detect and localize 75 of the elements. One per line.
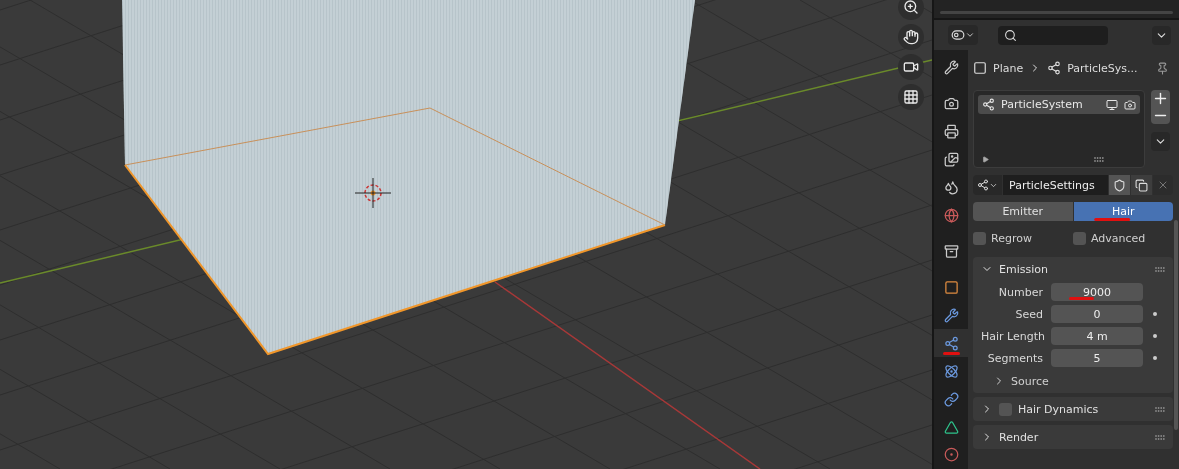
fake-user-button[interactable] <box>1109 175 1130 195</box>
particles-icon <box>982 98 995 111</box>
checkbox-label: Advanced <box>1091 231 1146 245</box>
checkbox[interactable] <box>1073 231 1086 245</box>
search-field[interactable] <box>998 25 1108 45</box>
caret-icon <box>965 30 975 40</box>
wrench-icon <box>943 307 959 323</box>
grid-icon <box>903 89 919 105</box>
keyframe-dot-icon[interactable] <box>1153 356 1157 360</box>
add-icon[interactable] <box>1152 90 1169 107</box>
number-field[interactable]: 9000 <box>1051 283 1143 301</box>
zoom-icon <box>903 0 919 15</box>
pin-icon[interactable] <box>1156 61 1169 75</box>
checkbox[interactable] <box>973 231 986 245</box>
triangle-icon <box>943 419 959 435</box>
checkbox[interactable] <box>999 402 1012 416</box>
search-icon <box>1004 28 1017 42</box>
toggle-icon <box>951 28 965 42</box>
shield-icon <box>1113 178 1126 192</box>
camera-icon <box>943 96 959 112</box>
unlink-button[interactable] <box>1153 175 1173 195</box>
wrench-screwdriver-icon <box>943 60 959 76</box>
panel-title[interactable]: Emission <box>999 262 1048 276</box>
checkbox-label: Regrow <box>991 231 1032 245</box>
breadcrumb-particles: ParticleSys... <box>1067 61 1138 75</box>
pan-button[interactable] <box>898 24 924 50</box>
particle-system-item[interactable]: ParticleSystem <box>978 95 1140 114</box>
number-field[interactable]: 0 <box>1051 305 1143 323</box>
particles-icon <box>943 335 959 351</box>
field-label: Segments <box>986 351 1044 365</box>
close-icon <box>1157 179 1169 191</box>
settings-name-field[interactable]: ParticleSettings <box>1003 175 1108 195</box>
panel-title[interactable]: Hair Dynamics <box>1018 402 1099 416</box>
copy-icon <box>1135 178 1148 192</box>
archive-box-icon <box>943 244 959 259</box>
panel-title[interactable]: Render <box>999 430 1039 444</box>
camera-view-button[interactable] <box>898 54 924 80</box>
atom-icon <box>943 363 959 379</box>
grip-icon[interactable] <box>1155 406 1165 412</box>
globe-icon <box>943 208 959 224</box>
printer-icon <box>943 124 959 140</box>
duplicate-button[interactable] <box>1131 175 1152 195</box>
square-icon <box>943 279 959 295</box>
field-label: Number <box>997 285 1044 299</box>
video-camera-icon <box>903 59 919 75</box>
grip-icon[interactable] <box>1155 266 1165 272</box>
subpanel-title[interactable]: Source <box>1011 374 1049 388</box>
field-label: Hair Length <box>981 329 1047 343</box>
grip-icon[interactable] <box>1155 434 1165 440</box>
link-icon <box>943 391 959 407</box>
editor-type-button[interactable] <box>948 25 978 45</box>
droplets-icon <box>943 180 959 196</box>
options-button[interactable] <box>1152 25 1171 45</box>
perspective-button[interactable] <box>898 84 924 110</box>
type-toggle[interactable]: Emitter <box>973 202 1073 221</box>
particles-icon <box>1047 61 1062 75</box>
number-field[interactable]: 5 <box>1051 349 1143 367</box>
particles-icon <box>977 179 989 191</box>
keyframe-dot-icon[interactable] <box>1153 312 1157 316</box>
settings-browse-button[interactable] <box>973 175 1002 195</box>
grip-icon[interactable] <box>1094 157 1104 162</box>
properties-tab[interactable] <box>934 329 968 358</box>
monitor-icon[interactable] <box>1106 98 1118 111</box>
breadcrumb-object: Plane <box>993 61 1024 75</box>
object-icon <box>973 61 987 75</box>
expand-icon[interactable] <box>982 156 989 163</box>
keyframe-dot-icon[interactable] <box>1153 334 1157 338</box>
type-toggle[interactable]: Hair <box>1073 202 1173 221</box>
number-field[interactable]: 4 m <box>1051 327 1143 345</box>
field-label: Seed <box>1014 307 1044 321</box>
zoom-button[interactable] <box>898 0 924 20</box>
specials-button[interactable] <box>1151 132 1170 151</box>
camera-icon[interactable] <box>1124 98 1136 111</box>
images-icon <box>943 152 959 168</box>
hand-icon <box>903 29 919 45</box>
